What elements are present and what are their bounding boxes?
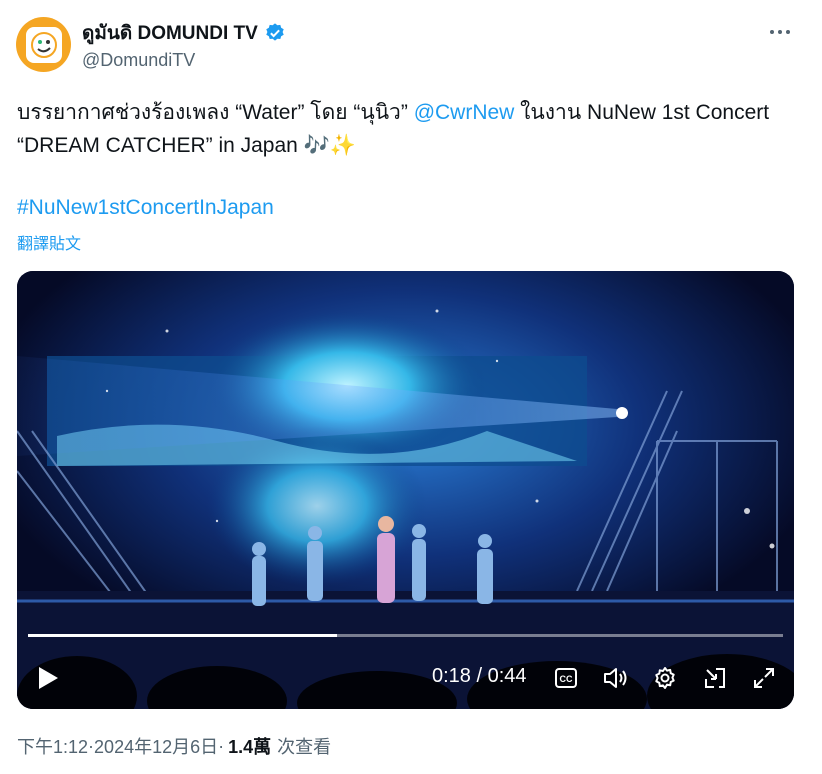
mention-link[interactable]: @CwrNew [414,101,515,124]
views-label: 次查看 [277,737,332,757]
tweet-text: บรรยากาศช่วงร้องเพลง “Water” โดย “นุนิว”… [17,96,797,162]
video-duration: 0:44 [487,665,527,687]
video-current-time: 0:18 [432,665,471,687]
tweet-time[interactable]: 下午1:12 [17,733,88,759]
volume-icon[interactable] [602,666,630,690]
settings-icon[interactable] [652,666,678,690]
video-progress-bar[interactable] [28,634,783,637]
views-count: 1.4萬 [228,737,272,757]
svg-text:CC: CC [560,674,573,684]
video-time-separator: / [470,665,488,687]
avatar[interactable] [16,17,71,72]
captions-icon[interactable]: CC [554,666,578,690]
fullscreen-icon[interactable] [751,666,777,690]
video-time: 0:18 / 0:44 [432,665,527,688]
tweet-metadata: 下午1:12 · 2024年12月6日 · 1.4萬 次查看 [17,733,331,759]
picture-in-picture-icon[interactable] [702,666,728,690]
play-icon[interactable] [35,665,61,691]
tweet-text-part1: บรรยากาศช่วงร้องเพลง “Water” โดย “นุนิว” [17,101,414,124]
meta-separator: · [218,735,225,756]
tweet-date[interactable]: 2024年12月6日 [94,733,218,759]
notes-sparkles-emoji: 🎶✨ [303,133,356,157]
video-progress-fill [28,634,337,637]
translate-post-link[interactable]: 翻譯貼文 [17,230,81,254]
video-player[interactable]: 0:18 / 0:44 CC [17,271,794,709]
verified-badge-icon [266,23,284,41]
author-display-name[interactable]: ดูมันดิ DOMUNDI TV [82,18,258,48]
concert-video-frame [17,271,794,709]
hashtag-link[interactable]: #NuNew1stConcertInJapan [17,196,274,220]
author-handle[interactable]: @DomundiTV [82,50,195,71]
more-options-icon[interactable] [770,22,796,42]
domundi-logo-icon [25,26,62,63]
